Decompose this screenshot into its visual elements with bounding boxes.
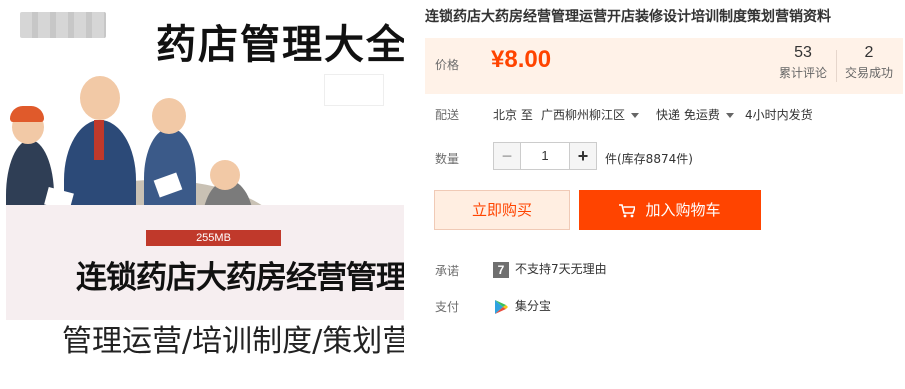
blurred-watermark [20,12,106,38]
illustration-head [80,76,120,120]
deals-stat: 2 交易成功 [841,44,897,81]
deals-label: 交易成功 [844,66,893,80]
shipping-label: 配送 [435,108,460,122]
quantity-increase-button[interactable]: + [569,142,597,170]
product-title: 连锁药店大药房经营管理运营开店装修设计培训制度策划营销资料 [425,9,831,25]
chevron-down-icon [631,113,640,118]
deals-count: 2 [864,44,874,61]
shipping-method-select[interactable]: 快递 免运费 [656,106,734,123]
illustration-head [210,160,240,190]
buy-now-button[interactable]: 立即购买 [434,190,570,230]
quantity-stock: 件(库存8874件) [605,152,693,166]
chevron-down-icon [725,113,734,118]
size-badge: 255MB [146,230,281,246]
play-store-icon [493,299,509,315]
quantity-label: 数量 [435,152,460,166]
price-label: 价格 [435,58,460,72]
add-to-cart-button[interactable]: 加入购物车 [579,190,761,230]
illustration-hair [10,106,44,122]
illustration-tie [94,120,104,160]
price-value: ¥8.00 [491,46,552,73]
product-image[interactable]: 药店管理大全 255MB 连锁药店大药房经营管理运营 管理运营/培训制度/策划营… [0,0,410,389]
quantity-input[interactable]: 1 [521,142,569,170]
shipping-method: 快递 免运费 [656,108,720,122]
promise-label: 承诺 [435,264,460,278]
reviews-stat[interactable]: 53 累计评论 [775,44,831,81]
reviews-count: 53 [794,44,812,61]
image-main-caption: 连锁药店大药房经营管理运营 [76,260,404,296]
payment-method: 集分宝 [493,297,551,315]
shipping-destination: 广西柳州柳江区 [541,108,626,122]
add-to-cart-label: 加入购物车 [645,201,721,219]
product-detail-panel: 连锁药店大药房经营管理运营开店装修设计培训制度策划营销资料 价格 ¥8.00 5… [425,0,905,389]
payment-method-label: 集分宝 [515,299,552,313]
reviews-label: 累计评论 [778,66,827,80]
image-sub-caption: 管理运营/培训制度/策划营销 [62,324,404,359]
dispatch-time: 4小时内发货 [745,108,813,122]
seven-day-icon: 7 [493,261,509,278]
shipping-from: 北京 至 [493,108,533,122]
payment-label: 支付 [435,300,460,314]
quantity-stepper: − 1 + [493,142,597,170]
stat-divider [836,50,837,82]
promise-text: 不支持7天无理由 [515,262,607,276]
price-box: 价格 ¥8.00 53 累计评论 2 交易成功 [425,38,903,94]
illustration-head [152,98,186,134]
shipping-destination-select[interactable]: 广西柳州柳江区 [541,106,640,123]
cart-icon [619,204,636,218]
product-image-canvas: 药店管理大全 255MB 连锁药店大药房经营管理运营 管理运营/培训制度/策划营… [6,0,404,370]
promise-item[interactable]: 7 不支持7天无理由 [493,260,607,278]
image-big-title: 药店管理大全 [156,22,404,68]
quantity-decrease-button[interactable]: − [493,142,521,170]
